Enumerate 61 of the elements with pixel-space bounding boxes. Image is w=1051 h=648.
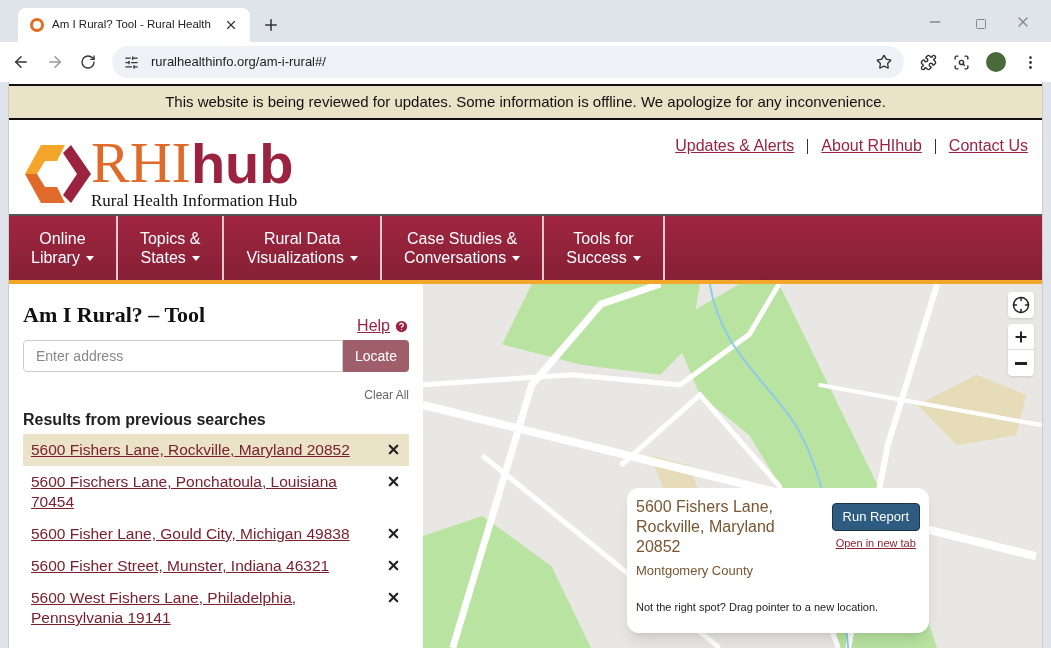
help-link[interactable]: Help [357, 314, 409, 338]
forward-icon[interactable] [46, 53, 64, 71]
maximize-icon[interactable] [975, 18, 987, 30]
logo-hub-text: hub [190, 136, 294, 192]
result-row[interactable]: 5600 Fishers Lane, Rockville, Maryland 20852 [23, 434, 409, 466]
caret-icon [632, 256, 641, 262]
remove-icon[interactable] [386, 590, 401, 605]
my-location-button[interactable] [1008, 292, 1034, 318]
back-icon[interactable] [12, 53, 30, 71]
result-link[interactable]: 5600 Fisher Street, Munster, Indiana 46321 [31, 556, 376, 576]
remove-icon[interactable] [386, 442, 401, 457]
bookmark-star-icon[interactable] [876, 54, 892, 70]
address-input[interactable]: Enter address [23, 340, 343, 372]
popup-address: 5600 Fishers Lane, Rockville, Maryland 20852 [636, 497, 776, 557]
caret-icon [191, 256, 200, 262]
nav-menu-item[interactable]: Rural Data Visualizations [224, 216, 382, 280]
result-link[interactable]: 5600 Fisher Lane, Gould City, Michigan 49838 [31, 524, 376, 544]
remove-icon[interactable] [386, 474, 401, 489]
browser-tab[interactable]: Am I Rural? Tool - Rural Health [18, 8, 250, 42]
remove-icon[interactable] [386, 558, 401, 573]
caret-icon [512, 256, 521, 262]
nav-menu-item[interactable]: Topics & States [117, 216, 225, 280]
tab-title: Am I Rural? Tool - Rural Health [52, 17, 212, 33]
new-tab-icon[interactable] [262, 16, 280, 34]
url-text: ruralhealthinfo.org/am-i-rural#/ [151, 53, 327, 72]
extensions-icon[interactable] [920, 53, 937, 71]
screen-search-icon[interactable] [953, 53, 970, 71]
locate-crosshair-icon [1012, 296, 1030, 314]
site-info-icon[interactable] [124, 54, 139, 70]
help-icon [394, 318, 409, 334]
open-new-tab-link[interactable]: Open in new tab [835, 535, 916, 552]
run-report-button[interactable]: Run Report [831, 503, 920, 531]
header-link[interactable]: Updates & Alerts [675, 134, 795, 158]
remove-icon[interactable] [386, 526, 401, 541]
tool-title: Am I Rural? – Tool [23, 301, 206, 329]
notice-banner: This website is being reviewed for updates. Some information is offline. We apologize for any inconvenience. [9, 84, 1042, 120]
caret-icon [85, 256, 94, 262]
close-icon[interactable] [224, 18, 238, 32]
popup-county: Montgomery County [636, 562, 755, 580]
result-link[interactable]: 5600 West Fishers Lane, Philadelphia, Pennsylvania 19141 [31, 588, 376, 628]
minus-icon [1015, 361, 1027, 365]
results-heading: Results from previous searches [23, 410, 267, 430]
rhihub-logo[interactable]: RHIhub Rural Health Information Hub [21, 134, 298, 214]
header-link[interactable]: About RHIhub [821, 134, 922, 158]
nav-menu-item[interactable]: Tools for Success [544, 216, 665, 280]
caret-icon [349, 256, 358, 262]
nav-menu-item[interactable]: Case Studies & Conversations [381, 216, 545, 280]
locate-button[interactable]: Locate [342, 340, 409, 372]
logo-tagline: Rural Health Information Hub [91, 190, 298, 212]
profile-avatar[interactable] [986, 52, 1006, 72]
site-favicon-icon [30, 18, 44, 32]
result-link[interactable]: 5600 Fischers Lane, Ponchatoula, Louisiana 70454 [31, 472, 376, 512]
reload-icon[interactable] [80, 54, 96, 70]
clear-all-link[interactable]: Clear All [364, 386, 409, 404]
popup-hint: Not the right spot? Drag pointer to a new location. [636, 599, 880, 615]
header-link[interactable]: Contact Us [948, 134, 1028, 158]
address-bar[interactable]: ruralhealthinfo.org/am-i-rural#/ [112, 46, 904, 78]
plus-icon [1013, 328, 1029, 345]
logo-rhi-text: RHI [91, 134, 191, 192]
result-link[interactable]: 5600 Fishers Lane, Rockville, Maryland 20852 [31, 440, 376, 460]
nav-menu-item[interactable]: Online Library [9, 216, 118, 280]
